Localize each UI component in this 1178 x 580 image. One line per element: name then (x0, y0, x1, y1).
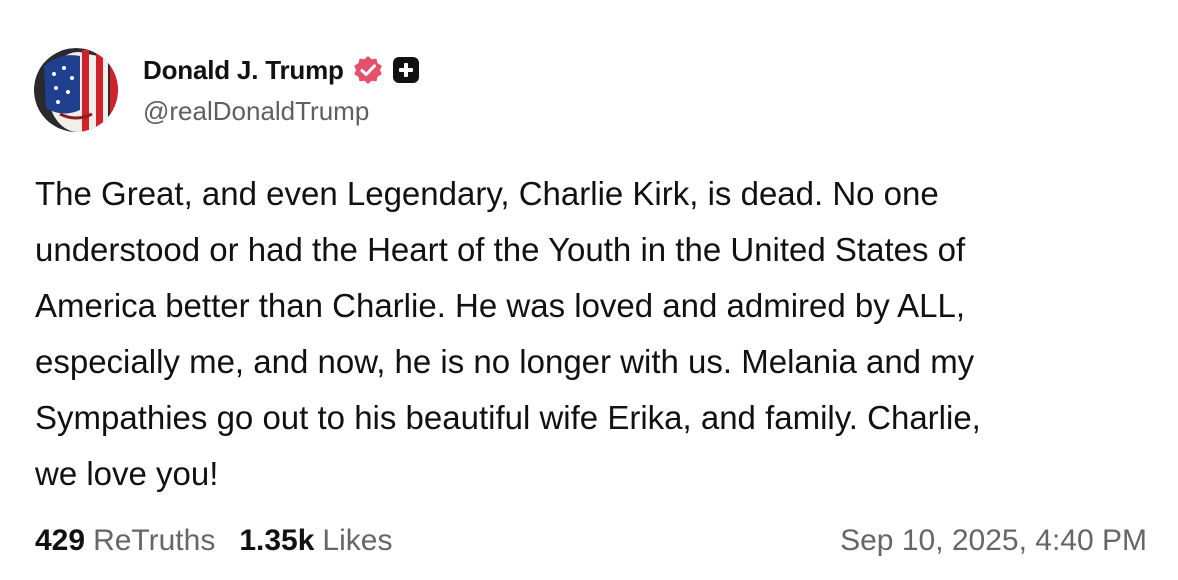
likes-stat[interactable]: 1.35k Likes (239, 524, 392, 558)
post-line: especially me, and now, he is no longer … (35, 343, 975, 380)
avatar[interactable] (34, 48, 118, 132)
post-body: The Great, and even Legendary, Charlie K… (35, 166, 1155, 502)
likes-count: 1.35k (239, 524, 315, 557)
post-line: The Great, and even Legendary, Charlie K… (35, 175, 939, 212)
author-row: Donald J. Trump (143, 52, 421, 88)
post-stats: 429 ReTruths 1.35k Likes (35, 520, 392, 562)
post-line: we love you! (35, 455, 219, 492)
author-handle[interactable]: @realDonaldTrump (143, 96, 369, 127)
retruths-label: ReTruths (93, 524, 216, 557)
plus-badge-icon (391, 55, 421, 85)
verified-badge-icon (352, 54, 384, 86)
display-name[interactable]: Donald J. Trump (143, 55, 344, 86)
likes-label: Likes (322, 524, 393, 557)
post-line: Sympathies go out to his beautiful wife … (35, 399, 981, 436)
retruths-stat[interactable]: 429 ReTruths (35, 524, 215, 558)
post-line: America better than Charlie. He was love… (35, 287, 965, 324)
truth-post: Donald J. Trump @realDonaldTrump The Gre… (0, 0, 1178, 580)
flag-face-avatar-icon (34, 48, 118, 132)
retruths-count: 429 (35, 524, 86, 557)
post-line: understood or had the Heart of the Youth… (35, 231, 966, 268)
post-timestamp[interactable]: Sep 10, 2025, 4:40 PM (840, 520, 1147, 562)
